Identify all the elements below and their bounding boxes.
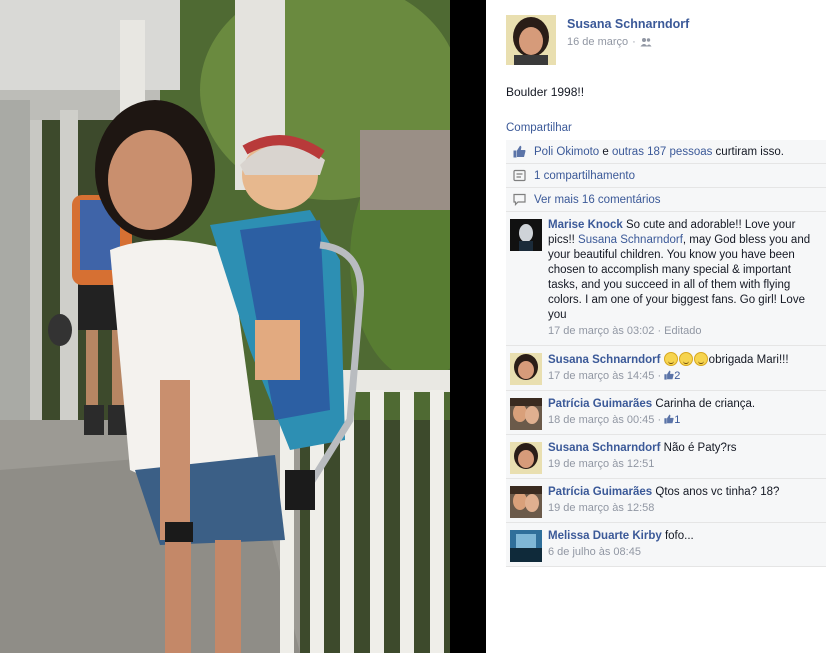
commenter-name[interactable]: Patrícia Guimarães xyxy=(548,398,652,410)
meta-separator: · xyxy=(657,370,662,382)
likes-suffix: curtiram isso. xyxy=(712,145,784,158)
grin-emoji-icon xyxy=(663,352,678,366)
commenter-name[interactable]: Susana Schnarndorf xyxy=(548,442,660,454)
commenter-avatar[interactable] xyxy=(510,398,542,430)
commenter-avatar[interactable] xyxy=(510,442,542,474)
likes-others-link[interactable]: outras 187 pessoas xyxy=(612,146,712,158)
commenter-name[interactable]: Melissa Duarte Kirby xyxy=(548,530,662,542)
comment-time[interactable]: 6 de julho às 08:45 xyxy=(548,546,641,558)
more-comments-row[interactable]: Ver mais 16 comentários xyxy=(506,188,826,212)
commenter-name[interactable]: Patrícia Guimarães xyxy=(548,486,652,498)
likes-connector: e xyxy=(599,145,612,158)
comment-meta: 19 de março às 12:58 xyxy=(548,501,820,516)
post-header: Susana Schnarndorf 16 de março · xyxy=(506,15,826,67)
photo-border xyxy=(450,0,486,653)
commenter-avatar[interactable] xyxy=(510,353,542,385)
liker-name[interactable]: Poli Okimoto xyxy=(534,146,599,158)
shares-link[interactable]: 1 compartilhamento xyxy=(534,170,635,182)
comment-body: Patrícia Guimarães Carinha de criança. xyxy=(548,397,820,412)
more-comments-link[interactable]: Ver mais 16 comentários xyxy=(534,194,661,206)
comment-like-count[interactable]: 2 xyxy=(674,370,680,382)
comment-item: Marise Knock So cute and adorable!! Love… xyxy=(506,212,826,346)
post-photo[interactable] xyxy=(0,0,486,653)
comment-time[interactable]: 17 de março às 14:45 xyxy=(548,370,654,382)
comment-body: Patrícia Guimarães Qtos anos vc tinha? 1… xyxy=(548,485,820,500)
comment-mention[interactable]: Susana Schnarndorf xyxy=(578,234,683,246)
meta-separator: · xyxy=(632,36,636,48)
post-caption: Boulder 1998!! xyxy=(506,85,585,99)
shares-row[interactable]: 1 compartilhamento xyxy=(506,164,826,188)
post-date[interactable]: 16 de março xyxy=(567,36,628,48)
comment-text: Não é Paty?rs xyxy=(660,442,737,454)
comment-text: fofo... xyxy=(661,530,694,542)
comment-like-icon[interactable] xyxy=(664,370,674,380)
comment-time[interactable]: 18 de março às 00:45 xyxy=(548,414,654,426)
share-icon xyxy=(512,169,526,183)
comment-like-count[interactable]: 1 xyxy=(674,414,680,426)
comment-meta: 17 de março às 03:02 · Editado xyxy=(548,324,820,339)
comment-item: Susana Schnarndorf obrigada Mari!!! 17 d… xyxy=(506,346,826,391)
comment-icon xyxy=(512,193,526,207)
grin-emoji-icon xyxy=(693,352,708,366)
comment-text: Carinha de criança. xyxy=(652,398,756,410)
comment-like-icon[interactable] xyxy=(664,414,674,424)
comment-time[interactable]: 19 de março às 12:51 xyxy=(548,458,654,470)
comment-body: Melissa Duarte Kirby fofo... xyxy=(548,529,820,544)
comment-meta: 19 de março às 12:51 xyxy=(548,457,820,472)
likes-summary: Poli Okimoto e outras 187 pessoas curtir… xyxy=(506,140,826,164)
comment-item: Patrícia Guimarães Carinha de criança. 1… xyxy=(506,391,826,435)
comment-body: Susana Schnarndorf Não é Paty?rs xyxy=(548,441,820,456)
comment-body: Susana Schnarndorf obrigada Mari!!! xyxy=(548,352,820,368)
comment-meta: 17 de março às 14:45 · 2 xyxy=(548,369,820,384)
like-thumb-icon xyxy=(512,145,526,159)
share-link[interactable]: Compartilhar xyxy=(506,122,572,134)
comment-item: Melissa Duarte Kirby fofo... 6 de julho … xyxy=(506,523,826,567)
comment-meta: 6 de julho às 08:45 xyxy=(548,545,820,560)
comment-time[interactable]: 19 de março às 12:58 xyxy=(548,502,654,514)
meta-separator: · xyxy=(657,414,662,426)
photo-viewer xyxy=(0,0,486,653)
author-name[interactable]: Susana Schnarndorf xyxy=(567,17,689,31)
commenter-avatar[interactable] xyxy=(510,530,542,562)
commenter-name[interactable]: Susana Schnarndorf xyxy=(548,354,660,366)
post-meta: 16 de março · xyxy=(567,36,652,48)
comment-item: Patrícia Guimarães Qtos anos vc tinha? 1… xyxy=(506,479,826,523)
post-sidebar: Susana Schnarndorf 16 de março · Boulder… xyxy=(486,0,831,653)
commenter-avatar[interactable] xyxy=(510,486,542,518)
comment-meta: 18 de março às 00:45 · 1 xyxy=(548,413,820,428)
edited-label[interactable]: · Editado xyxy=(654,325,701,337)
comment-item: Susana Schnarndorf Não é Paty?rs 19 de m… xyxy=(506,435,826,479)
comment-body: Marise Knock So cute and adorable!! Love… xyxy=(548,218,820,323)
grin-emoji-icon xyxy=(678,352,693,366)
feedback-box: Poli Okimoto e outras 187 pessoas curtir… xyxy=(506,140,826,567)
commenter-name[interactable]: Marise Knock xyxy=(548,219,623,231)
friends-icon[interactable] xyxy=(640,37,652,47)
comment-text-cont: , may God bless you and your beautiful c… xyxy=(548,234,811,321)
comment-text: obrigada Mari!!! xyxy=(708,354,789,366)
comment-time[interactable]: 17 de março às 03:02 xyxy=(548,325,654,337)
commenter-avatar[interactable] xyxy=(510,219,542,251)
author-avatar[interactable] xyxy=(506,15,556,65)
comment-text: Qtos anos vc tinha? 18? xyxy=(652,486,780,498)
